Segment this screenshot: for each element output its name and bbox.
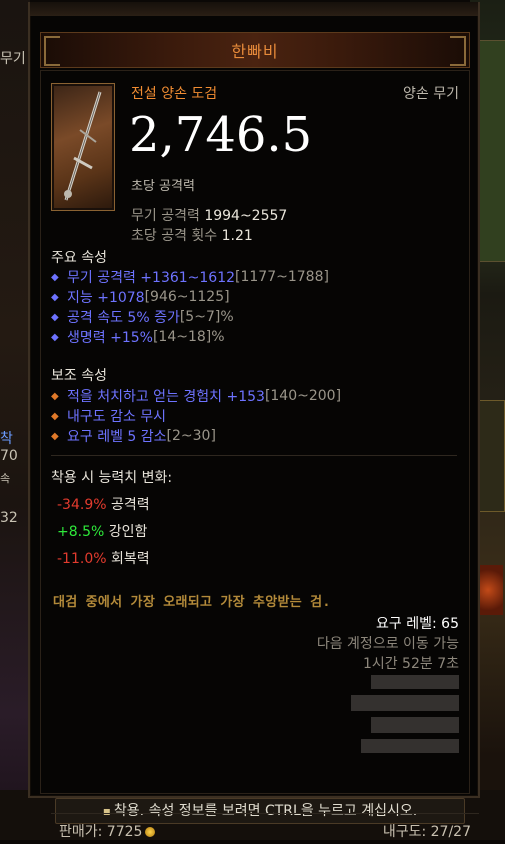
weapon-damage-value: 1994~2557 [204, 208, 288, 224]
account-bound-note: 다음 계정으로 이동 가능 [316, 636, 459, 652]
section-divider [51, 455, 457, 456]
secondary-affix: ◆ 내구도 감소 무시 [51, 409, 167, 425]
primary-affix: ◆ 지능 +1078 [946~1125] [51, 289, 230, 306]
primary-affix: ◆ 생명력 +15% [14~18]% [51, 329, 225, 346]
secondary-attributes-title: 보조 속성 [51, 368, 107, 384]
bg-text-2: 70 [0, 448, 18, 464]
tooltip-top-edge [28, 2, 480, 16]
diamond-bullet-icon: ◆ [51, 271, 59, 283]
diamond-bullet-icon: ◆ [51, 291, 59, 303]
primary-affix: ◆ 무기 공격력 +1361~1612 [1177~1788] [51, 269, 329, 286]
item-rarity: 전설 양손 도검 [131, 86, 218, 102]
bg-text-4: 32 [0, 510, 18, 526]
header-ornament-left [44, 36, 60, 66]
item-slot-type: 양손 무기 [403, 86, 459, 102]
dps-label: 초당 공격력 [131, 179, 195, 194]
tooltip-header: 한빠비 [40, 32, 470, 68]
bg-text-weapon: 무기 [0, 51, 26, 67]
diamond-bullet-icon: ◆ [51, 390, 59, 402]
bg-text-1: 착 [0, 431, 13, 447]
background-left-panel: 무기 착 70 속 32 [0, 0, 30, 840]
diamond-bullet-icon: ◆ [51, 430, 59, 442]
diamond-bullet-icon: ◆ [51, 410, 59, 422]
diamond-bullet-icon: ◆ [51, 331, 59, 343]
primary-affix: ◆ 공격 속도 5% 증가 [5~7]% [51, 309, 234, 326]
header-ornament-right [450, 36, 466, 66]
item-dps: 2,746.5 [129, 107, 313, 163]
trade-timer: 1시간 52분 7초 [362, 656, 459, 672]
stat-changes-title: 착용 시 능력치 변화: [51, 470, 173, 486]
flavor-text: 대검 중에서 가장 오래되고 가장 추앙받는 검. [53, 595, 331, 610]
gold-coin-icon [145, 827, 156, 837]
stat-change: +8.5% 강인함 [57, 524, 148, 540]
redacted-text [361, 739, 459, 753]
weapon-damage-line: 무기 공격력 1994~2557 [131, 205, 287, 225]
required-level: 요구 레벨: 65 [376, 616, 459, 632]
attack-speed-line: 초당 공격 횟수 1.21 [131, 225, 253, 245]
sword-icon [64, 91, 102, 201]
bg-text-3: 속 [0, 472, 11, 485]
stat-change: -11.0% 회복력 [57, 551, 150, 567]
item-image [51, 83, 115, 211]
item-tooltip: 한빠비 전설 양손 도검 양손 무기 2,746.5 초당 공격력 무기 공격력… [28, 2, 480, 840]
redacted-text [371, 717, 459, 733]
secondary-affix: ◆ 요구 레벨 5 감소 [2~30] [51, 428, 216, 445]
attack-speed-value: 1.21 [221, 228, 253, 244]
redacted-text [371, 675, 459, 689]
diamond-bullet-icon: ◆ [51, 311, 59, 323]
secondary-affix: ◆ 적을 처치하고 얻는 경험치 +153 [140~200] [51, 388, 342, 405]
item-name: 한빠비 [231, 42, 279, 61]
weapon-damage-label: 무기 공격력 [131, 208, 200, 224]
stat-change: -34.9% 공격력 [57, 497, 150, 513]
sell-price: 판매가: 7725 [59, 821, 156, 841]
tooltip-footer: 판매가: 7725 내구도: 27/27 [51, 813, 479, 844]
attack-speed-label: 초당 공격 횟수 [131, 228, 218, 244]
tooltip-body: 전설 양손 도검 양손 무기 2,746.5 초당 공격력 무기 공격력 199… [40, 70, 479, 840]
redacted-text [351, 695, 459, 711]
primary-attributes-title: 주요 속성 [51, 250, 107, 266]
durability: 내구도: 27/27 [382, 824, 471, 840]
